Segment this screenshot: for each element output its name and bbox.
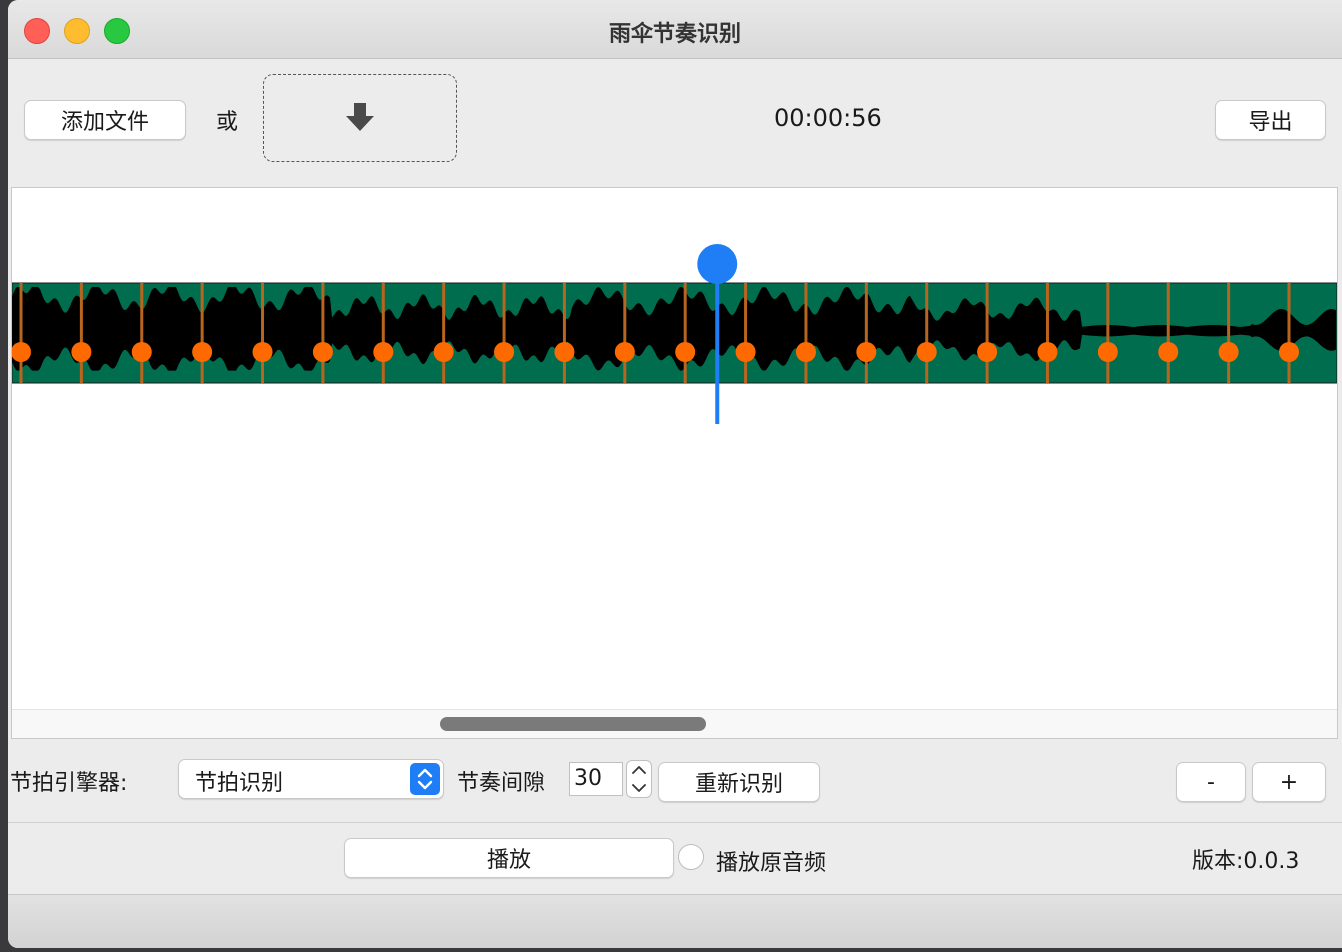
beat-marker[interactable] [675, 342, 696, 362]
add-file-button[interactable]: 添加文件 [24, 100, 186, 140]
down-arrow-icon [346, 103, 374, 131]
beat-marker[interactable] [1158, 342, 1179, 362]
time-display: 00:00:56 [774, 104, 882, 132]
beat-marker[interactable] [192, 342, 213, 362]
waveform-panel[interactable] [11, 187, 1338, 739]
play-label: 播放 [486, 848, 531, 873]
app-window: 雨伞节奏识别 添加文件 或 00:00:56 导出 节拍引擎器: 节拍识别 节奏… [8, 0, 1342, 948]
beat-marker[interactable] [614, 342, 635, 362]
select-arrows-icon[interactable] [410, 763, 440, 795]
beat-marker[interactable] [433, 342, 454, 362]
beat-marker[interactable] [373, 342, 394, 362]
zoom-in-label: + [1279, 769, 1299, 795]
scrollbar-thumb[interactable] [440, 717, 706, 731]
beat-marker[interactable] [1097, 342, 1118, 362]
beat-marker[interactable] [856, 342, 877, 362]
version-label: 版本:0.0.3 [1192, 849, 1300, 874]
beat-marker[interactable] [977, 342, 998, 362]
beat-marker[interactable] [1037, 342, 1058, 362]
gap-stepper[interactable] [626, 760, 652, 798]
play-original-label: 播放原音频 [716, 851, 827, 876]
engine-selected-value: 节拍识别 [195, 771, 284, 796]
beat-marker[interactable] [71, 342, 92, 362]
beat-marker[interactable] [494, 342, 515, 362]
title-bar: 雨伞节奏识别 [8, 0, 1342, 59]
gap-input[interactable]: 30 [569, 762, 623, 796]
beat-marker[interactable] [312, 342, 333, 362]
playhead-handle[interactable] [697, 244, 738, 284]
horizontal-scrollbar[interactable] [12, 709, 1337, 738]
beat-marker[interactable] [131, 342, 152, 362]
zoom-out-button[interactable]: - [1176, 762, 1246, 802]
file-drop-zone[interactable] [263, 74, 457, 162]
beat-marker[interactable] [1279, 342, 1299, 362]
stepper-down-icon [632, 784, 646, 792]
reidentify-button[interactable]: 重新识别 [658, 762, 820, 802]
beat-marker[interactable] [795, 342, 816, 362]
play-button[interactable]: 播放 [344, 838, 674, 878]
reidentify-label: 重新识别 [694, 772, 783, 797]
add-file-label: 添加文件 [60, 110, 149, 135]
beat-marker[interactable] [735, 342, 756, 362]
export-label: 导出 [1248, 110, 1293, 135]
beat-marker[interactable] [252, 342, 273, 362]
stepper-up-icon [632, 766, 646, 774]
gap-label: 节奏间隙 [457, 771, 546, 796]
window-title: 雨伞节奏识别 [608, 22, 741, 47]
beat-marker[interactable] [554, 342, 575, 362]
zoom-out-label: - [1207, 769, 1215, 795]
or-label: 或 [216, 110, 239, 135]
controls-divider [8, 822, 1342, 823]
bottom-bar [8, 894, 1342, 948]
engine-select[interactable]: 节拍识别 [178, 759, 444, 799]
zoom-in-button[interactable]: + [1252, 762, 1326, 802]
export-button[interactable]: 导出 [1215, 100, 1326, 140]
beat-marker[interactable] [1218, 342, 1239, 362]
engine-label: 节拍引擎器: [10, 771, 128, 796]
waveform-canvas[interactable] [12, 188, 1337, 710]
play-original-radio[interactable] [678, 844, 704, 870]
beat-marker[interactable] [916, 342, 937, 362]
